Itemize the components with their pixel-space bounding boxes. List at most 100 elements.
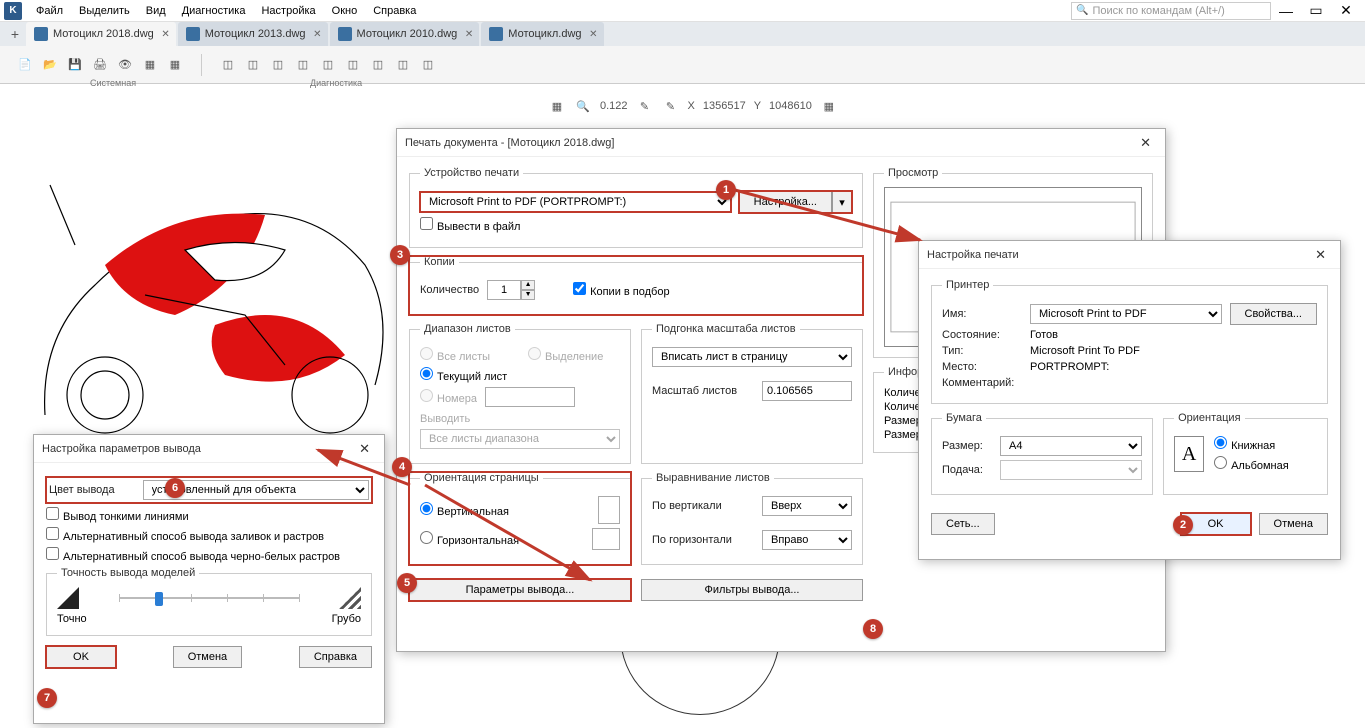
dropdown-icon[interactable]: ▾ [832,191,852,213]
tool-icon[interactable]: ▦ [139,54,161,76]
setup-titlebar[interactable]: Настройка печати ✕ [919,241,1340,269]
coord-y: 1048610 [769,100,812,112]
tab-close-icon[interactable]: ✕ [313,29,321,40]
output-select: Все листы диапазона [420,429,620,449]
tool-icon[interactable]: ◫ [242,54,264,76]
paper-size-select[interactable]: A4 [1000,436,1142,456]
network-button[interactable]: Сеть... [931,513,995,535]
menu-select[interactable]: Выделить [71,3,138,19]
printer-setup-button[interactable]: Настройка... [739,191,832,213]
menu-view[interactable]: Вид [138,3,174,19]
spin-up-icon[interactable]: ▲ [521,280,535,290]
printer-select[interactable]: Microsoft Print to PDF (PORTPROMPT:) [420,192,731,212]
tool-icon[interactable]: ◫ [392,54,414,76]
menu-settings[interactable]: Настройка [253,3,323,19]
tab-1[interactable]: Мотоцикл 2013.dwg✕ [178,22,328,46]
preview-icon[interactable]: 👁 [114,54,136,76]
orient-album-radio[interactable]: Альбомная [1214,456,1289,472]
fit-mode-select[interactable]: Вписать лист в страницу [652,347,852,367]
minimize-icon[interactable]: — [1271,3,1301,19]
canvas-drawing [35,155,395,435]
close-icon[interactable]: ✕ [353,441,376,457]
tool-icon[interactable]: ◫ [317,54,339,76]
copies-legend: Копии [420,256,459,268]
menu-file[interactable]: Файл [28,3,71,19]
setup-title: Настройка печати [927,249,1019,261]
tool-icon[interactable]: ◫ [292,54,314,76]
print-icon[interactable]: 🖨 [89,54,111,76]
open-icon[interactable]: 📂 [39,54,61,76]
outparams-ok-button[interactable]: OK [46,646,116,668]
thin-lines-checkbox[interactable]: Вывод тонкими линиями [46,507,189,523]
menu-help[interactable]: Справка [365,3,424,19]
tab-3[interactable]: Мотоцикл.dwg✕ [481,22,603,46]
qty-spinbox[interactable]: ▲▼ [487,280,535,300]
tool-icon[interactable]: ▦ [164,54,186,76]
align-v-select[interactable]: Вверх [762,496,852,516]
tab-2[interactable]: Мотоцикл 2010.dwg✕ [330,22,480,46]
scale-input[interactable] [762,381,852,401]
page-letter-icon: A [1174,436,1204,472]
output-filters-button[interactable]: Фильтры вывода... [641,579,863,601]
tool-icon[interactable]: ◫ [417,54,439,76]
setup-cancel-button[interactable]: Отмена [1259,513,1328,535]
alt-bw-checkbox[interactable]: Альтернативный способ вывода черно-белых… [46,547,340,563]
new-tab-icon[interactable]: + [4,22,26,46]
collate-checkbox[interactable]: Копии в подбор [573,282,670,298]
doc-icon [186,27,200,41]
outparams-help-button[interactable]: Справка [299,646,372,668]
menu-diag[interactable]: Диагностика [174,3,254,19]
command-search[interactable]: Поиск по командам (Alt+/) [1071,2,1271,20]
outparams-cancel-button[interactable]: Отмена [173,646,242,668]
output-label: Выводить [420,413,470,425]
close-icon[interactable]: ✕ [1134,135,1157,151]
document-tabs: + Мотоцикл 2018.dwg✕ Мотоцикл 2013.dwg✕ … [0,22,1365,46]
tool-icon[interactable]: ✎ [636,97,654,115]
tool-icon[interactable]: ◫ [217,54,239,76]
printer-fieldset: Принтер Имя: Microsoft Print to PDF Свой… [931,279,1328,404]
alt-fill-checkbox[interactable]: Альтернативный способ вывода заливок и р… [46,527,324,543]
tab-close-icon[interactable]: ✕ [161,29,169,40]
precision-legend: Точность вывода моделей [57,567,199,579]
output-params-button[interactable]: Параметры вывода... [409,579,631,601]
printer-name-select[interactable]: Microsoft Print to PDF [1030,304,1222,324]
setup-orient-legend: Ориентация [1174,412,1244,424]
precision-slider[interactable] [119,588,299,608]
orient-horizontal-radio[interactable]: Горизонтальная [420,531,519,547]
spin-down-icon[interactable]: ▼ [521,290,535,300]
grid-icon[interactable]: ▦ [548,97,566,115]
new-icon[interactable]: 📄 [14,54,36,76]
outparams-titlebar[interactable]: Настройка параметров вывода ✕ [34,435,384,463]
range-numbers-input [485,387,575,407]
align-h-select[interactable]: Вправо [762,530,852,550]
triangle-fine-icon [57,587,79,609]
orient-vertical-radio[interactable]: Вертикальная [420,502,509,518]
menubar: K Файл Выделить Вид Диагностика Настройк… [0,0,1365,22]
print-dialog-titlebar[interactable]: Печать документа - [Мотоцикл 2018.dwg] ✕ [397,129,1165,157]
range-current-radio[interactable]: Текущий лист [420,367,507,383]
doc-icon [34,27,48,41]
menu-window[interactable]: Окно [324,3,366,19]
qty-input[interactable] [487,280,521,300]
save-icon[interactable]: 💾 [64,54,86,76]
printer-properties-button[interactable]: Свойства... [1230,303,1317,325]
tab-close-icon[interactable]: ✕ [465,29,473,40]
maximize-icon[interactable]: ▭ [1301,2,1331,19]
tool-icon[interactable]: ✎ [662,97,680,115]
tool-icon[interactable]: ▦ [820,97,838,115]
place-label: Место: [942,361,1022,373]
tab-close-icon[interactable]: ✕ [589,29,597,40]
close-icon[interactable]: ✕ [1331,2,1361,19]
annotation-badge-5: 5 [397,573,417,593]
to-file-checkbox[interactable]: Вывести в файл [420,217,520,233]
close-icon[interactable]: ✕ [1309,247,1332,263]
tab-0[interactable]: Мотоцикл 2018.dwg✕ [26,22,176,46]
annotation-badge-4: 4 [392,457,412,477]
tool-icon[interactable]: ◫ [267,54,289,76]
orient-book-radio[interactable]: Книжная [1214,436,1275,452]
zoom-icon[interactable]: 🔍 [574,97,592,115]
tool-icon[interactable]: ◫ [342,54,364,76]
print-dialog-title: Печать документа - [Мотоцикл 2018.dwg] [405,137,614,149]
tool-icon[interactable]: ◫ [367,54,389,76]
range-sel-radio: Выделение [528,347,603,363]
